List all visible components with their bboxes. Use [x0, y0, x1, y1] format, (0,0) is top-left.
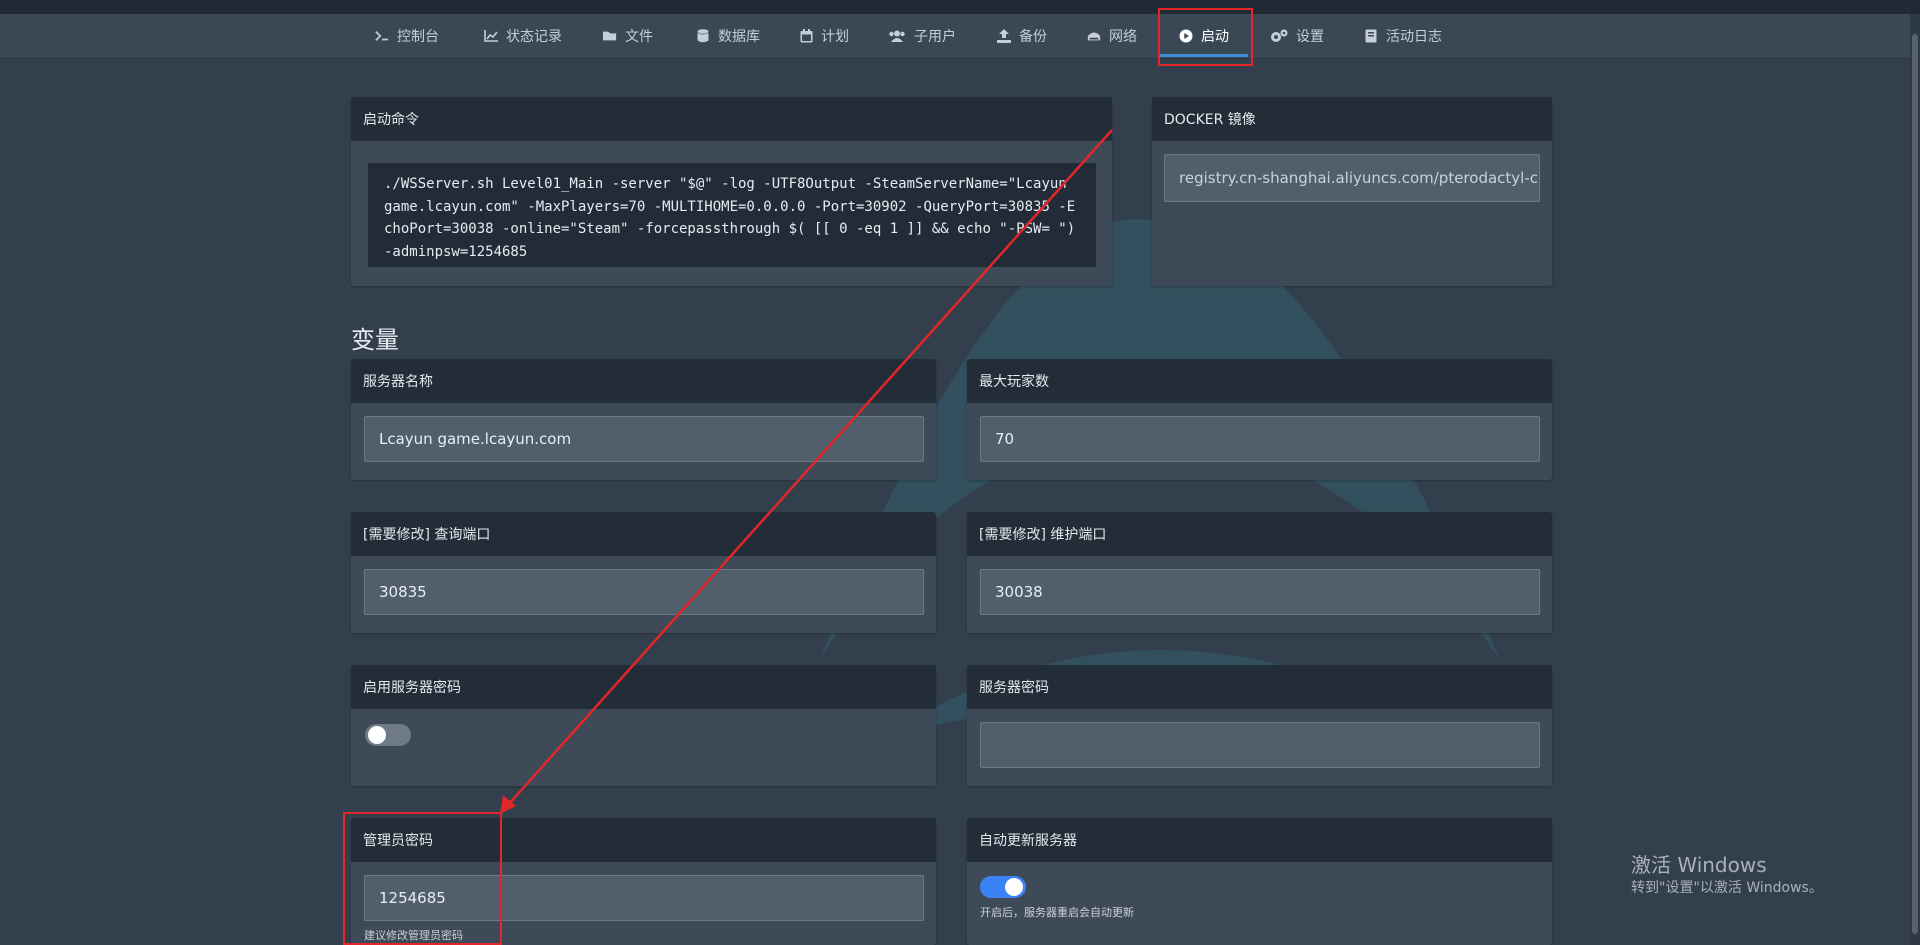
- book-icon: [1364, 29, 1378, 43]
- max-players-label: 最大玩家数: [967, 359, 1552, 403]
- gears-icon: [1270, 29, 1288, 43]
- toggle-knob: [1005, 878, 1023, 896]
- tab-label: 子用户: [914, 29, 956, 45]
- top-bar: [0, 0, 1920, 14]
- tab-files[interactable]: 文件: [603, 14, 653, 58]
- server-name-label: 服务器名称: [351, 359, 936, 403]
- tab-activity[interactable]: 活动日志: [1364, 14, 1442, 58]
- tab-console[interactable]: 控制台: [375, 14, 439, 58]
- docker-image-field[interactable]: registry.cn-shanghai.aliyuncs.com/pterod…: [1164, 154, 1540, 202]
- upload-icon: [997, 29, 1011, 43]
- tab-stats[interactable]: 状态记录: [484, 14, 562, 58]
- tab-settings[interactable]: 设置: [1270, 14, 1324, 58]
- tab-databases[interactable]: 数据库: [696, 14, 760, 58]
- tab-label: 控制台: [397, 29, 439, 45]
- tab-label: 计划: [821, 29, 849, 45]
- startup-command-title: 启动命令: [351, 97, 1112, 141]
- server-password-input[interactable]: [980, 722, 1540, 768]
- tab-label: 设置: [1296, 29, 1324, 45]
- query-port-label: [需要修改] 查询端口: [351, 512, 936, 556]
- windows-watermark-title: 激活 Windows: [1631, 853, 1767, 877]
- server-nav: 控制台 状态记录 文件 数据库 计划 子用户 备份 网络 启动 设置 活动日志: [0, 14, 1920, 59]
- tab-label: 活动日志: [1386, 29, 1442, 45]
- echo-port-label: [需要修改] 维护端口: [967, 512, 1552, 556]
- terminal-icon: [375, 29, 389, 43]
- annotation-box-startup-tab: [1158, 8, 1253, 66]
- enable-password-toggle[interactable]: [365, 724, 411, 746]
- server-password-label: 服务器密码: [967, 665, 1552, 709]
- chart-icon: [484, 29, 498, 43]
- toggle-knob: [368, 726, 386, 744]
- docker-image-title: DOCKER 镜像: [1152, 97, 1552, 141]
- windows-watermark-subtitle: 转到"设置"以激活 Windows。: [1631, 880, 1823, 896]
- auto-update-label: 自动更新服务器: [967, 818, 1552, 862]
- annotation-box-admin-password: [343, 812, 502, 945]
- tab-network[interactable]: 网络: [1087, 14, 1137, 58]
- enable-password-label: 启用服务器密码: [351, 665, 936, 709]
- tab-backups[interactable]: 备份: [997, 14, 1047, 58]
- startup-command-text: ./WSServer.sh Level01_Main -server "$@" …: [368, 163, 1096, 267]
- tab-label: 备份: [1019, 29, 1047, 45]
- tab-subusers[interactable]: 子用户: [888, 14, 956, 58]
- users-icon: [888, 29, 906, 43]
- page-scrollbar[interactable]: [1910, 14, 1920, 945]
- auto-update-panel: 自动更新服务器: [967, 818, 1552, 945]
- network-icon: [1087, 29, 1101, 43]
- query-port-input[interactable]: 30835: [364, 569, 924, 615]
- server-name-input[interactable]: Lcayun game.lcayun.com: [364, 416, 924, 462]
- database-icon: [696, 29, 710, 43]
- folder-icon: [603, 29, 617, 43]
- max-players-input[interactable]: 70: [980, 416, 1540, 462]
- tab-label: 文件: [625, 29, 653, 45]
- enable-password-panel: 启用服务器密码: [351, 665, 936, 786]
- calendar-icon: [799, 29, 813, 43]
- variables-heading: 变量: [351, 326, 399, 354]
- tab-label: 状态记录: [506, 29, 562, 45]
- scrollbar-thumb[interactable]: [1912, 34, 1918, 934]
- tab-label: 数据库: [718, 29, 760, 45]
- echo-port-input[interactable]: 30038: [980, 569, 1540, 615]
- tab-label: 网络: [1109, 29, 1137, 45]
- auto-update-hint: 开启后，服务器重启会自动更新: [980, 906, 1134, 919]
- tab-schedules[interactable]: 计划: [799, 14, 849, 58]
- auto-update-toggle[interactable]: [980, 876, 1026, 898]
